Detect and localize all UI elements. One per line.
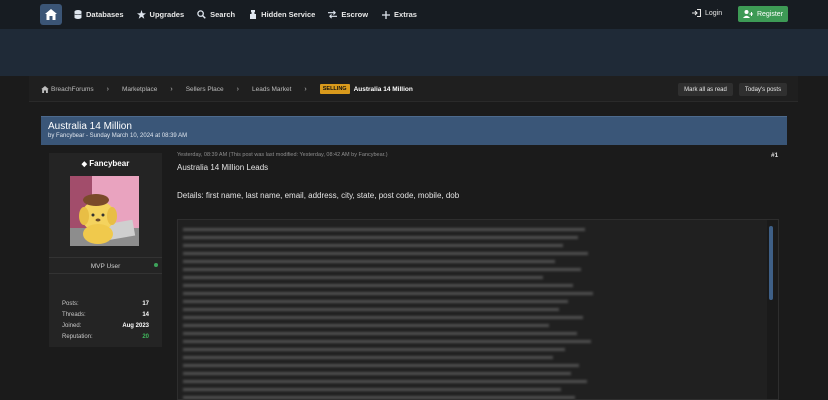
plus-icon (381, 10, 390, 19)
nav-label: Escrow (341, 10, 369, 19)
sign-in-icon (692, 9, 701, 17)
header-banner (0, 29, 828, 76)
blurred-line (183, 348, 565, 351)
nav-extras[interactable]: Extras (381, 10, 417, 19)
chevron-right-icon: › (304, 85, 307, 93)
blurred-line (183, 396, 575, 399)
mark-all-read-button[interactable]: Mark all as read (678, 83, 733, 96)
blurred-line (183, 228, 585, 231)
blurred-line (183, 300, 568, 303)
nav-label: Hidden Service (261, 10, 316, 19)
username-label: Fancybear (89, 159, 130, 168)
blurred-line (183, 276, 543, 279)
todays-posts-button[interactable]: Today's posts (739, 83, 787, 96)
online-indicator (154, 263, 158, 267)
home-icon (41, 85, 49, 93)
blurred-line (183, 372, 571, 375)
user-role: MVP User (49, 257, 162, 274)
code-block[interactable] (177, 219, 779, 400)
blurred-line (183, 292, 593, 295)
breadcrumb-item-leads-market[interactable]: Leads Market (252, 86, 291, 93)
breadcrumb-item-sellers-place[interactable]: Sellers Place (186, 86, 224, 93)
home-button[interactable] (40, 4, 62, 25)
stat-reputation: Reputation: 20 (62, 333, 149, 340)
breadcrumb-item-breachforums[interactable]: BreachForums (51, 86, 94, 93)
home-icon (45, 9, 57, 20)
post-meta: Yesterday, 08:39 AM (This post was last … (177, 152, 388, 158)
nav-label: Upgrades (149, 10, 185, 19)
user-plus-icon (742, 10, 753, 18)
blurred-line (183, 252, 588, 255)
stat-posts: Posts: 17 (62, 300, 149, 307)
nav-upgrades[interactable]: Upgrades (136, 10, 185, 19)
selling-tag: SELLING (319, 84, 350, 94)
breadcrumb-current: Australia 14 Million (353, 85, 413, 93)
nav-label: Databases (86, 10, 124, 19)
register-button[interactable]: Register (738, 6, 788, 22)
nav-label: Extras (394, 10, 417, 19)
post-text: Australia 14 Million Leads (177, 163, 269, 172)
blurred-line (183, 364, 579, 367)
scrollbar-thumb[interactable] (769, 226, 773, 300)
chevron-right-icon: › (106, 85, 109, 93)
breadcrumb-item-marketplace[interactable]: Marketplace (122, 86, 157, 93)
search-icon (197, 10, 206, 19)
post-text: Details: first name, last name, email, a… (177, 191, 460, 200)
stat-threads: Threads: 14 (62, 311, 149, 318)
register-label: Register (756, 10, 784, 18)
blurred-line (183, 324, 549, 327)
blurred-line (183, 260, 555, 263)
user-stats: Posts: 17 Threads: 14 Joined: Aug 2023 Repu… (62, 298, 149, 342)
chevron-right-icon: › (236, 85, 239, 93)
exchange-icon (328, 10, 338, 19)
nav-search[interactable]: Search (197, 10, 235, 19)
blurred-line (183, 308, 559, 311)
login-link[interactable]: Login (692, 9, 722, 17)
username[interactable]: ◆ Fancybear (49, 159, 162, 168)
thread-subtitle: by Fancybear - Sunday March 10, 2024 at … (48, 133, 188, 139)
breadcrumb: BreachForums › Marketplace › Sellers Pla… (29, 76, 798, 102)
thread-header: Australia 14 Million by Fancybear - Sund… (41, 116, 787, 145)
user-panel: ◆ Fancybear MVP User Posts: 17 Threads: 14… (49, 153, 162, 347)
blurred-line (183, 388, 561, 391)
chevron-right-icon: › (170, 85, 173, 93)
blurred-line (183, 380, 587, 383)
blurred-line (183, 268, 581, 271)
blurred-line (183, 340, 591, 343)
nav-databases[interactable]: Databases (73, 10, 124, 19)
nav-escrow[interactable]: Escrow (328, 10, 368, 19)
main-nav: Databases Upgrades Search Hidden Service… (73, 0, 430, 29)
tor-icon (248, 10, 257, 19)
blurred-line (183, 316, 583, 319)
star-icon (136, 10, 146, 19)
blurred-line (183, 356, 553, 359)
diamond-icon: ◆ (81, 161, 88, 168)
stat-joined: Joined: Aug 2023 (62, 322, 149, 329)
blurred-line (183, 244, 563, 247)
blurred-line (183, 236, 578, 239)
blurred-line (183, 332, 577, 335)
blurred-line (183, 284, 573, 287)
nav-hidden-service[interactable]: Hidden Service (248, 10, 315, 19)
login-label: Login (705, 9, 723, 17)
nav-label: Search (210, 10, 236, 19)
thread-title: Australia 14 Million (48, 121, 132, 132)
avatar[interactable] (70, 176, 139, 246)
post-number-link[interactable]: #1 (771, 152, 778, 159)
top-navbar: Databases Upgrades Search Hidden Service… (0, 0, 828, 29)
database-icon (73, 10, 82, 19)
